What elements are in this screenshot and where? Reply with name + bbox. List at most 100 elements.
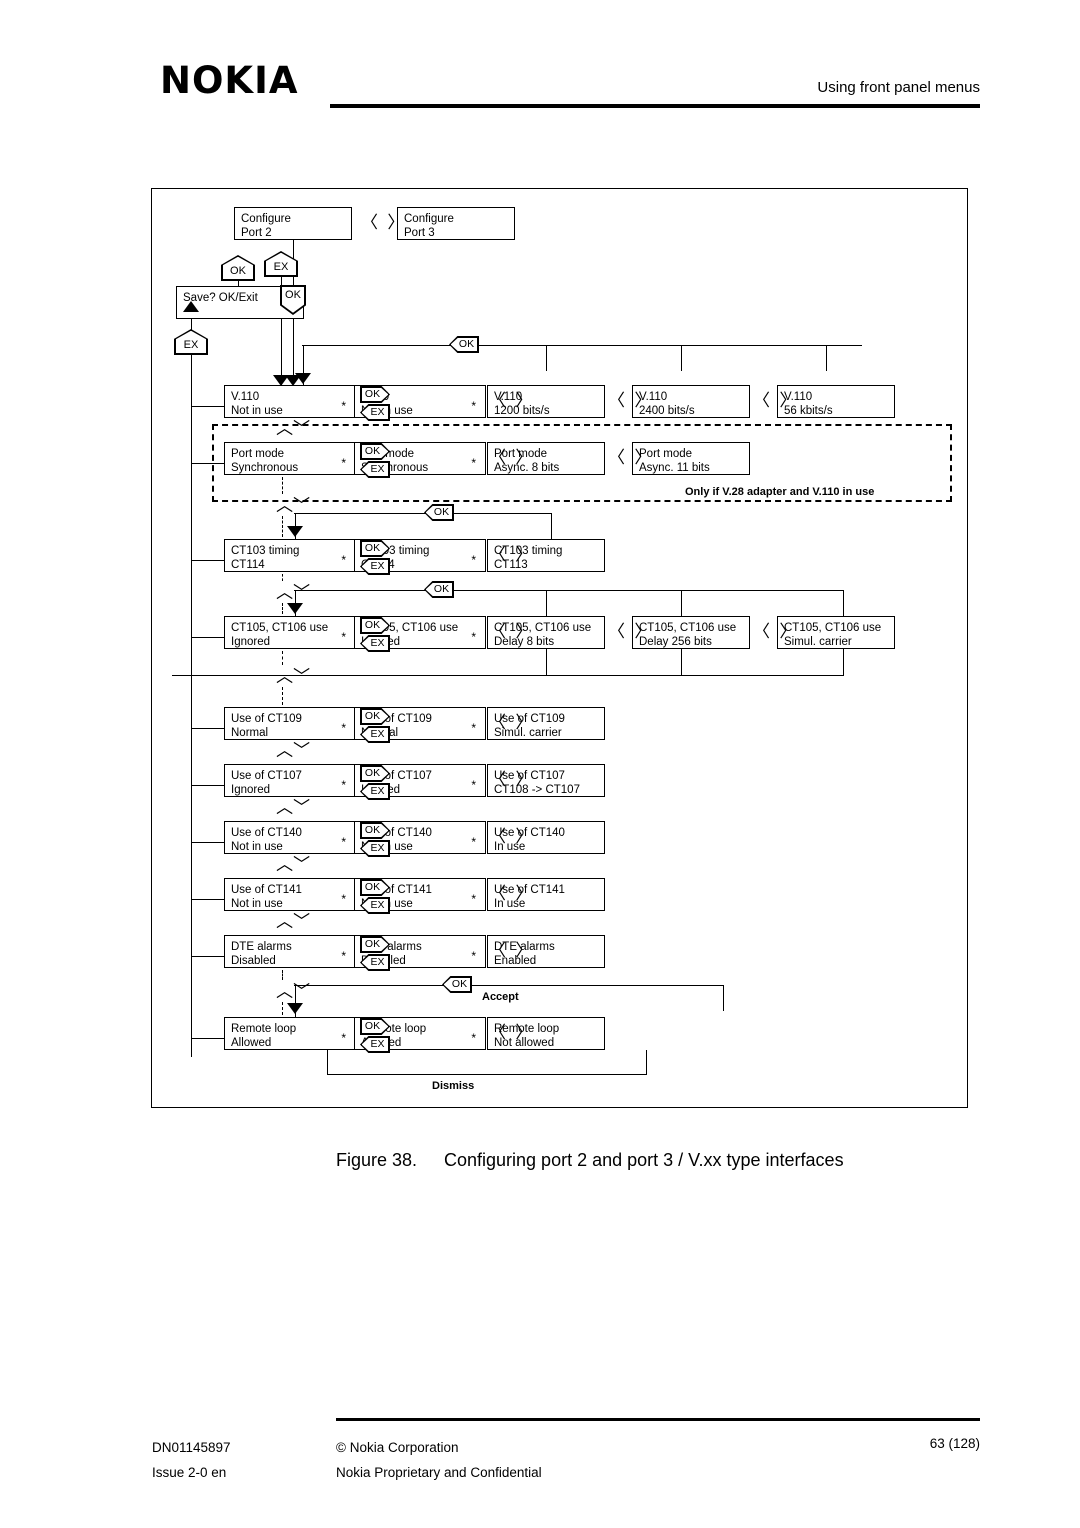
- key-tag-label: EX: [365, 900, 390, 911]
- selected-marker-asterisk: *: [471, 722, 476, 734]
- key-ok-save[interactable]: OK: [221, 255, 255, 281]
- line-remoteloop-accept: [294, 985, 724, 986]
- footer-left: DN01145897 Issue 2-0 en: [152, 1436, 231, 1486]
- figure-caption: Figure 38.Configuring port 2 and port 3 …: [336, 1150, 1036, 1171]
- up-down-scroll-icon-ct105-ct106-ct109: 〈〉: [274, 667, 308, 684]
- dashed-link-top-ct105-ct106: [282, 651, 283, 665]
- menu-box-line1: CT105, CT106 use: [231, 621, 355, 635]
- up-down-scroll-icon-v110-port-mode: 〈〉: [274, 419, 308, 436]
- selected-marker-asterisk: *: [471, 457, 476, 469]
- selected-marker-asterisk: *: [341, 457, 346, 469]
- line-ct105-bottom2: [681, 649, 682, 675]
- left-right-scroll-icon-ct105-ct106-2: 〈 〉: [608, 624, 653, 641]
- left-right-scroll-icon-v110-2: 〈 〉: [608, 393, 653, 410]
- menu-box-line2: Ignored: [231, 783, 355, 797]
- key-tag-label: OK: [429, 584, 454, 595]
- selected-marker-asterisk: *: [471, 631, 476, 643]
- selected-marker-asterisk: *: [341, 893, 346, 905]
- key-ok-accept[interactable]: OK: [442, 976, 472, 993]
- key-tag-label: OK: [454, 339, 479, 350]
- line-remoteloop-dismiss: [327, 1074, 647, 1075]
- key-ex-exit[interactable]: EX: [174, 329, 208, 355]
- menu-box-ct140-0[interactable]: Use of CT140Not in use*: [224, 821, 356, 854]
- key-tag-label: EX: [365, 957, 390, 968]
- dashed-link-bottom-ct109: [282, 687, 283, 705]
- footer-center: © Nokia Corporation Nokia Proprietary an…: [336, 1436, 542, 1486]
- menu-box-ct105-ct106-0[interactable]: CT105, CT106 useIgnored*: [224, 616, 356, 649]
- line-spine-stub-ct107: [191, 785, 224, 786]
- up-down-scroll-icon-dte-alarms-remote-loop: 〈〉: [274, 982, 308, 999]
- key-tag-label: OK: [360, 543, 385, 554]
- running-header-title: Using front panel menus: [817, 79, 980, 96]
- key-tag-label: OK: [360, 882, 385, 893]
- arrow-head-down: [295, 373, 311, 384]
- left-right-scroll-icon-dte-alarms-1: 〈 〉: [489, 943, 534, 960]
- note-v28-condition: Only if V.28 adapter and V.110 in use: [685, 486, 874, 498]
- menu-box-line1: Configure: [404, 212, 514, 226]
- menu-box-ct109-0[interactable]: Use of CT109Normal*: [224, 707, 356, 740]
- menu-box-line2: Simul. carrier: [784, 635, 894, 649]
- menu-box-ct141-0[interactable]: Use of CT141Not in use*: [224, 878, 356, 911]
- left-right-scroll-icon-top: 〈 〉: [361, 215, 406, 232]
- key-tag-label: EX: [264, 262, 298, 273]
- arrow-head-down: [273, 375, 289, 386]
- left-right-scroll-icon-port-mode-2: 〈 〉: [608, 450, 653, 467]
- menu-box-port-mode-0[interactable]: Port modeSynchronous*: [224, 442, 356, 475]
- key-tag-label: OK: [360, 711, 385, 722]
- key-tag-label: OK: [360, 939, 385, 950]
- menu-box-line1: Use of CT140: [231, 826, 355, 840]
- menu-box-configure-port2[interactable]: ConfigurePort 2: [234, 207, 352, 240]
- dashed-link-bottom-remote-loop: [282, 1002, 283, 1016]
- line-ct105-opt1: [546, 590, 547, 616]
- selected-marker-asterisk: *: [341, 950, 346, 962]
- label-dismiss: Dismiss: [432, 1080, 474, 1092]
- menu-box-line1: Port mode: [231, 447, 355, 461]
- menu-box-line1: Use of CT107: [231, 769, 355, 783]
- menu-box-ct103-timing-0[interactable]: CT103 timingCT114*: [224, 539, 356, 572]
- key-tag-label: EX: [365, 786, 390, 797]
- line-ct105-opt2: [681, 590, 682, 616]
- line-ct105-opt3: [843, 590, 844, 616]
- menu-box-line2: 56 kbits/s: [784, 404, 894, 418]
- key-tag-label: EX: [365, 407, 390, 418]
- line-ct105-return: [294, 590, 844, 591]
- nokia-logo: NOKIA: [160, 62, 299, 99]
- key-ok-return-v110[interactable]: OK: [449, 336, 479, 353]
- menu-box-ct107-0[interactable]: Use of CT107Ignored*: [224, 764, 356, 797]
- menu-box-line1: Use of CT141: [231, 883, 355, 897]
- page-header: NOKIA Using front panel menus: [0, 0, 1080, 130]
- line-spine-stub-ct105-ct106: [191, 637, 224, 638]
- line-ct103-return: [294, 513, 552, 514]
- menu-box-configure-port3[interactable]: ConfigurePort 3: [397, 207, 515, 240]
- line-spine-stub-ct140: [191, 842, 224, 843]
- key-tag-label: OK: [360, 825, 385, 836]
- menu-box-line1: CT103 timing: [231, 544, 355, 558]
- key-ok-return-ct105[interactable]: OK: [424, 581, 454, 598]
- menu-box-v110-0[interactable]: V.110Not in use*: [224, 385, 356, 418]
- left-right-scroll-icon-v110-3: 〈 〉: [753, 393, 798, 410]
- menu-box-dte-alarms-0[interactable]: DTE alarmsDisabled*: [224, 935, 356, 968]
- footer-doc-number: DN01145897: [152, 1436, 231, 1461]
- footer-copyright: © Nokia Corporation: [336, 1436, 542, 1461]
- key-ok-return-ct103[interactable]: OK: [424, 504, 454, 521]
- menu-flow-diagram: ConfigurePort 2〈 〉ConfigurePort 3Save? O…: [152, 189, 967, 1107]
- menu-box-line1: CT105, CT106 use: [639, 621, 749, 635]
- selected-marker-asterisk: *: [341, 554, 346, 566]
- left-right-scroll-icon-ct109-1: 〈 〉: [489, 715, 534, 732]
- selected-marker-asterisk: *: [471, 836, 476, 848]
- up-down-scroll-icon-port-mode-ct103-timing: 〈〉: [274, 496, 308, 513]
- key-tag-label: EX: [365, 638, 390, 649]
- menu-box-line1: V.110: [639, 390, 749, 404]
- line-ok-down-to-v110: [293, 315, 294, 380]
- menu-box-line2: Synchronous: [231, 461, 355, 475]
- menu-box-line2: Disabled: [231, 954, 355, 968]
- header-divider: [330, 104, 980, 108]
- line-v110-opt1: [546, 345, 547, 371]
- key-tag-label: OK: [447, 979, 472, 990]
- line-spine-stub-remote-loop: [191, 1038, 224, 1039]
- key-tag-label: EX: [365, 843, 390, 854]
- arrow-head-down: [287, 526, 303, 537]
- menu-box-remote-loop-0[interactable]: Remote loopAllowed*: [224, 1017, 356, 1050]
- left-right-scroll-icon-ct103-timing-1: 〈 〉: [489, 547, 534, 564]
- selected-marker-asterisk: *: [471, 950, 476, 962]
